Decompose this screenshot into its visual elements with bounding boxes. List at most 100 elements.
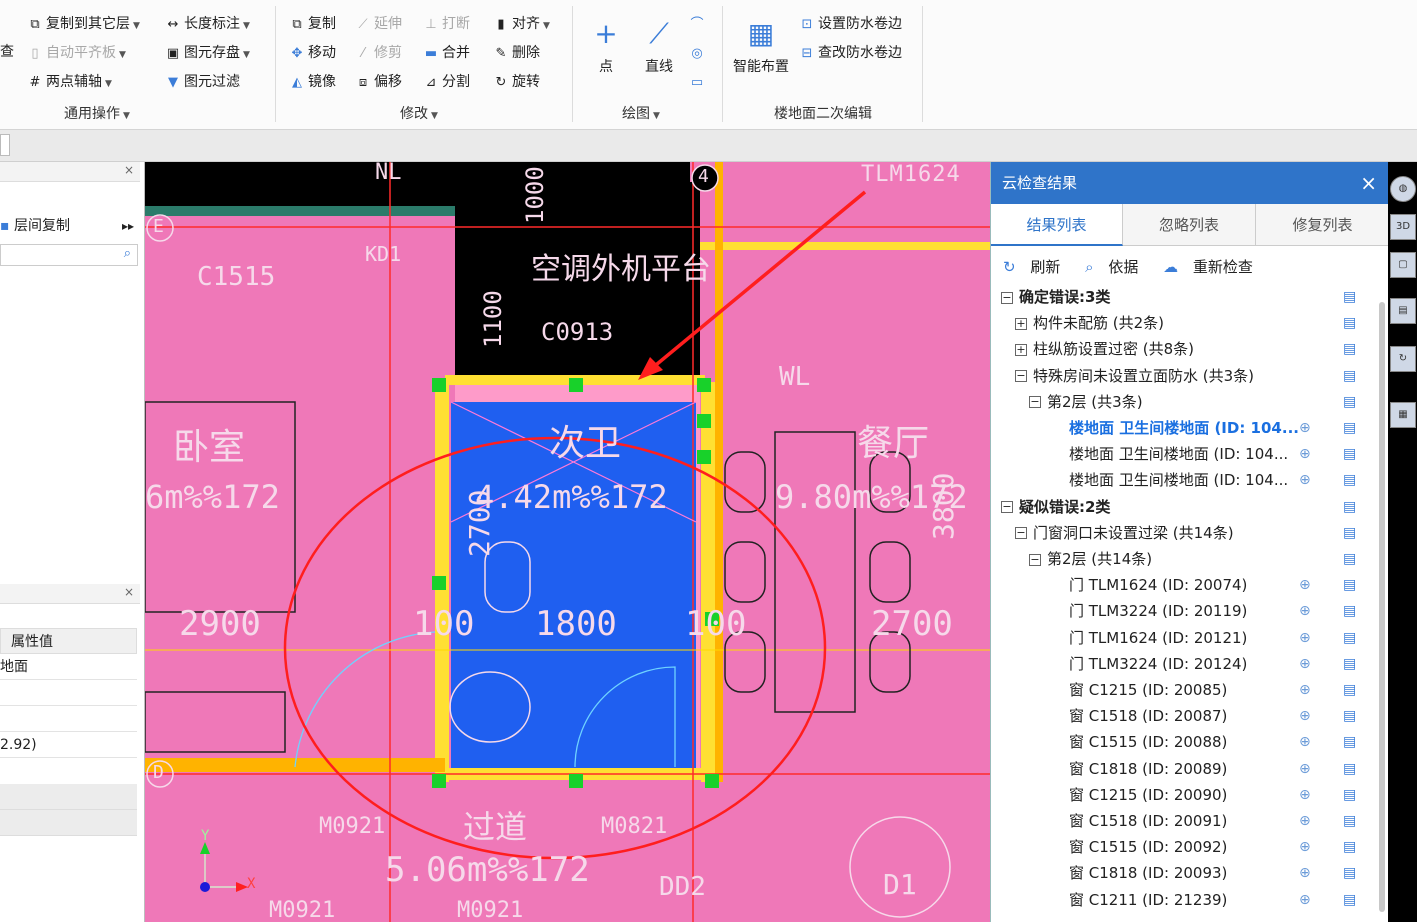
prop-value-cell[interactable] [0, 706, 137, 732]
tree-group[interactable]: + 构件未配筋 (共2条) ▤ [991, 310, 1389, 336]
align-button[interactable]: ▮ 对齐 ▼ [492, 13, 550, 35]
document-icon[interactable]: ▤ [1343, 782, 1356, 808]
tree-item[interactable]: 门 TLM1624 (ID: 20074) ⊕ ▤ [991, 572, 1389, 598]
prop-value-cell[interactable] [0, 680, 137, 706]
prop-group-row[interactable] [0, 784, 137, 810]
two-point-axis-button[interactable]: # 两点辅轴 ▼ [26, 71, 112, 93]
document-icon[interactable]: ▤ [1343, 284, 1356, 310]
tree-group[interactable]: − 第2层 (共14条) ▤ [991, 546, 1389, 572]
extend-button[interactable]: ⟋ 延伸 [354, 13, 402, 35]
tree-item[interactable]: 窗 C1515 (ID: 20088) ⊕ ▤ [991, 729, 1389, 755]
locate-icon[interactable]: ⊕ [1299, 756, 1311, 782]
document-icon[interactable]: ▤ [1343, 363, 1356, 389]
layer-copy-button[interactable]: ▪ 层间复制 ▸▸ [0, 214, 140, 238]
copy-button[interactable]: ⧉ 复制 [288, 13, 336, 35]
document-icon[interactable]: ▤ [1343, 467, 1356, 493]
locate-icon[interactable]: ⊕ [1299, 415, 1311, 441]
split-button[interactable]: ⊿ 分割 [422, 71, 470, 93]
document-icon[interactable]: ▤ [1343, 651, 1356, 677]
tab-result-list[interactable]: 结果列表 [991, 204, 1123, 246]
group-common-ops[interactable]: 通用操作 ▼ [64, 103, 130, 123]
view-cube-icon[interactable]: ▢ [1390, 252, 1416, 278]
locate-icon[interactable]: ⊕ [1299, 467, 1311, 493]
document-icon[interactable]: ▤ [1343, 415, 1356, 441]
tree-item[interactable]: 楼地面 卫生间楼地面 (ID: 104... ⊕ ▤ [991, 441, 1389, 467]
document-icon[interactable]: ▤ [1343, 887, 1356, 913]
move-button[interactable]: ✥ 移动 [288, 42, 336, 64]
document-icon[interactable]: ▤ [1343, 336, 1356, 362]
tree-item[interactable]: 窗 C1215 (ID: 20090) ⊕ ▤ [991, 782, 1389, 808]
document-icon[interactable]: ▤ [1343, 808, 1356, 834]
tree-item[interactable]: 楼地面 卫生间楼地面 (ID: 104... ⊕ ▤ [991, 467, 1389, 493]
length-mark-button[interactable]: ↔ 长度标注 ▼ [164, 13, 250, 35]
document-icon[interactable]: ▤ [1343, 677, 1356, 703]
collapse-icon[interactable]: − [1029, 396, 1041, 409]
tree-item[interactable]: 门 TLM1624 (ID: 20121) ⊕ ▤ [991, 625, 1389, 651]
draw-point-button[interactable]: + 点 [586, 12, 626, 76]
rotate-view-icon[interactable]: ↻ [1390, 346, 1416, 372]
locate-icon[interactable]: ⊕ [1299, 625, 1311, 651]
prop-value-cell[interactable]: 2.92) [0, 732, 137, 758]
expand-icon[interactable]: + [1015, 343, 1027, 356]
close-icon[interactable]: × [124, 163, 134, 177]
document-icon[interactable]: ▤ [1343, 703, 1356, 729]
tree-item[interactable]: 门 TLM3224 (ID: 20119) ⊕ ▤ [991, 598, 1389, 624]
locate-icon[interactable]: ⊕ [1299, 834, 1311, 860]
mirror-button[interactable]: ◭ 镜像 [288, 71, 336, 93]
rotate-button[interactable]: ↻ 旋转 [492, 71, 540, 93]
orbit-icon[interactable]: ◍ [1390, 176, 1416, 202]
draw-line-button[interactable]: ⟋ 直线 [636, 12, 682, 76]
circle-tool-button[interactable]: ◎ [688, 42, 708, 64]
document-icon[interactable]: ▤ [1343, 625, 1356, 651]
box-view-icon[interactable]: ▤ [1390, 298, 1416, 324]
document-icon[interactable]: ▤ [1343, 572, 1356, 598]
elem-filter-button[interactable]: ▼ 图元过滤 [164, 71, 240, 93]
document-icon[interactable]: ▤ [1343, 546, 1356, 572]
tree-item[interactable]: 门 TLM3224 (ID: 20124) ⊕ ▤ [991, 651, 1389, 677]
arc-tool-button[interactable]: ⌒ [688, 13, 708, 35]
tree-category[interactable]: − 确定错误:3类 ▤ [991, 284, 1389, 310]
expand-icon[interactable]: + [1015, 317, 1027, 330]
locate-icon[interactable]: ⊕ [1299, 651, 1311, 677]
drawing-canvas[interactable]: NL TLM1624 E 4 KD1 C1515 空调外机平台 C0913 WL… [145, 162, 990, 922]
locate-icon[interactable]: ⊕ [1299, 860, 1311, 886]
close-icon[interactable]: × [124, 585, 134, 599]
document-icon[interactable]: ▤ [1343, 389, 1356, 415]
view-3d-icon[interactable]: 3D [1390, 214, 1416, 240]
document-icon[interactable]: ▤ [1343, 598, 1356, 624]
elem-save-button[interactable]: ▣ 图元存盘 ▼ [164, 42, 250, 64]
copy-to-layer-button[interactable]: ⧉ 复制到其它层 ▼ [26, 13, 140, 35]
tree-group[interactable]: + 柱纵筋设置过密 (共8条) ▤ [991, 336, 1389, 362]
document-icon[interactable]: ▤ [1343, 860, 1356, 886]
delete-button[interactable]: ✎ 删除 [492, 42, 540, 64]
scrollbar[interactable] [1379, 302, 1385, 912]
break-button[interactable]: ⊥ 打断 [422, 13, 470, 35]
document-icon[interactable]: ▤ [1343, 520, 1356, 546]
basis-button[interactable]: ⌕ 依据 [1085, 258, 1148, 276]
document-icon[interactable]: ▤ [1343, 494, 1356, 520]
tree-item[interactable]: 窗 C1211 (ID: 21239) ⊕ ▤ [991, 887, 1389, 913]
document-icon[interactable]: ▤ [1343, 756, 1356, 782]
view-waterproof-button[interactable]: ⊟ 查改防水卷边 [798, 42, 902, 64]
locate-icon[interactable]: ⊕ [1299, 598, 1311, 624]
locate-icon[interactable]: ⊕ [1299, 887, 1311, 913]
locate-icon[interactable]: ⊕ [1299, 677, 1311, 703]
locate-icon[interactable]: ⊕ [1299, 729, 1311, 755]
grid-view-icon[interactable]: ▦ [1390, 402, 1416, 428]
locate-icon[interactable]: ⊕ [1299, 703, 1311, 729]
tree-category[interactable]: − 疑似错误:2类 ▤ [991, 494, 1389, 520]
tree-item[interactable]: 窗 C1215 (ID: 20085) ⊕ ▤ [991, 677, 1389, 703]
smart-layout-button[interactable]: ▦ 智能布置 [728, 12, 794, 76]
group-draw[interactable]: 绘图 ▼ [622, 103, 660, 123]
tree-item[interactable]: 窗 C1518 (ID: 20087) ⊕ ▤ [991, 703, 1389, 729]
tree-item[interactable]: 窗 C1818 (ID: 20089) ⊕ ▤ [991, 756, 1389, 782]
search-input[interactable]: ⌕ [0, 244, 138, 266]
tab-fix-list[interactable]: 修复列表 [1256, 204, 1389, 246]
document-icon[interactable]: ▤ [1343, 834, 1356, 860]
tree-group[interactable]: − 第2层 (共3条) ▤ [991, 389, 1389, 415]
tree-item[interactable]: 窗 C1515 (ID: 20092) ⊕ ▤ [991, 834, 1389, 860]
tree-item[interactable]: 楼地面 卫生间楼地面 (ID: 104... ⊕ ▤ [991, 415, 1389, 441]
recheck-button[interactable]: ☁ 重新检查 [1163, 258, 1263, 276]
set-waterproof-button[interactable]: ⊡ 设置防水卷边 [798, 13, 902, 35]
document-icon[interactable]: ▤ [1343, 441, 1356, 467]
